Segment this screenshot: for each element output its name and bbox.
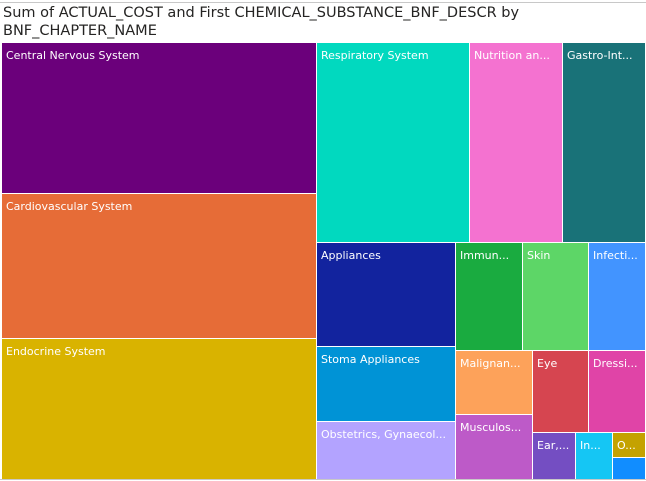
treemap-tile[interactable]: Dressi... [588,350,646,433]
treemap-tile[interactable]: Respiratory System [316,42,470,243]
treemap-tile[interactable]: Malignan... [455,350,533,415]
treemap-tile[interactable]: Musculos... [455,414,533,480]
treemap-tile[interactable]: O... [612,432,646,458]
treemap-tile[interactable]: Central Nervous System [1,42,317,194]
treemap-plot: Central Nervous System Cardiovascular Sys… [0,0,646,481]
tile-label: Infecti... [593,249,638,262]
tile-label: Ear,... [537,439,570,452]
treemap-tile[interactable]: Endocrine System [1,338,317,480]
tile-label: Gastro-Int... [567,49,633,62]
tile-label: Endocrine System [6,345,106,358]
tile-label: Obstetrics, Gynaecol... [321,428,446,441]
tile-label: Cardiovascular System [6,200,133,213]
tile-label: Nutrition an... [474,49,550,62]
tile-label: Eye [537,357,558,370]
treemap-tile[interactable]: Ear,... [532,432,576,480]
tile-label: O... [617,439,636,452]
tile-label: Central Nervous System [6,49,140,62]
tile-label: Immun... [460,249,510,262]
tile-label: Malignan... [460,357,521,370]
tile-label: Musculos... [460,421,522,434]
treemap-tile[interactable]: Nutrition an... [469,42,563,243]
treemap-tile[interactable]: Obstetrics, Gynaecol... [316,421,456,480]
treemap-tile[interactable]: Gastro-Int... [562,42,646,243]
treemap-tile[interactable] [612,457,646,480]
tile-label: In... [580,439,601,452]
tile-label: Dressi... [593,357,638,370]
tile-label: Stoma Appliances [321,353,420,366]
treemap-tile[interactable]: Infecti... [588,242,646,351]
treemap-tile[interactable]: Skin [522,242,589,351]
treemap-tile[interactable]: Eye [532,350,589,433]
tile-label: Respiratory System [321,49,429,62]
bottom-border [0,479,646,480]
treemap-tile[interactable]: Appliances [316,242,456,347]
treemap-tile[interactable]: Immun... [455,242,523,351]
treemap-tile[interactable]: In... [575,432,613,480]
treemap-tile[interactable]: Cardiovascular System [1,193,317,339]
tile-label: Skin [527,249,551,262]
treemap-tile[interactable]: Stoma Appliances [316,346,456,422]
tile-label: Appliances [321,249,381,262]
